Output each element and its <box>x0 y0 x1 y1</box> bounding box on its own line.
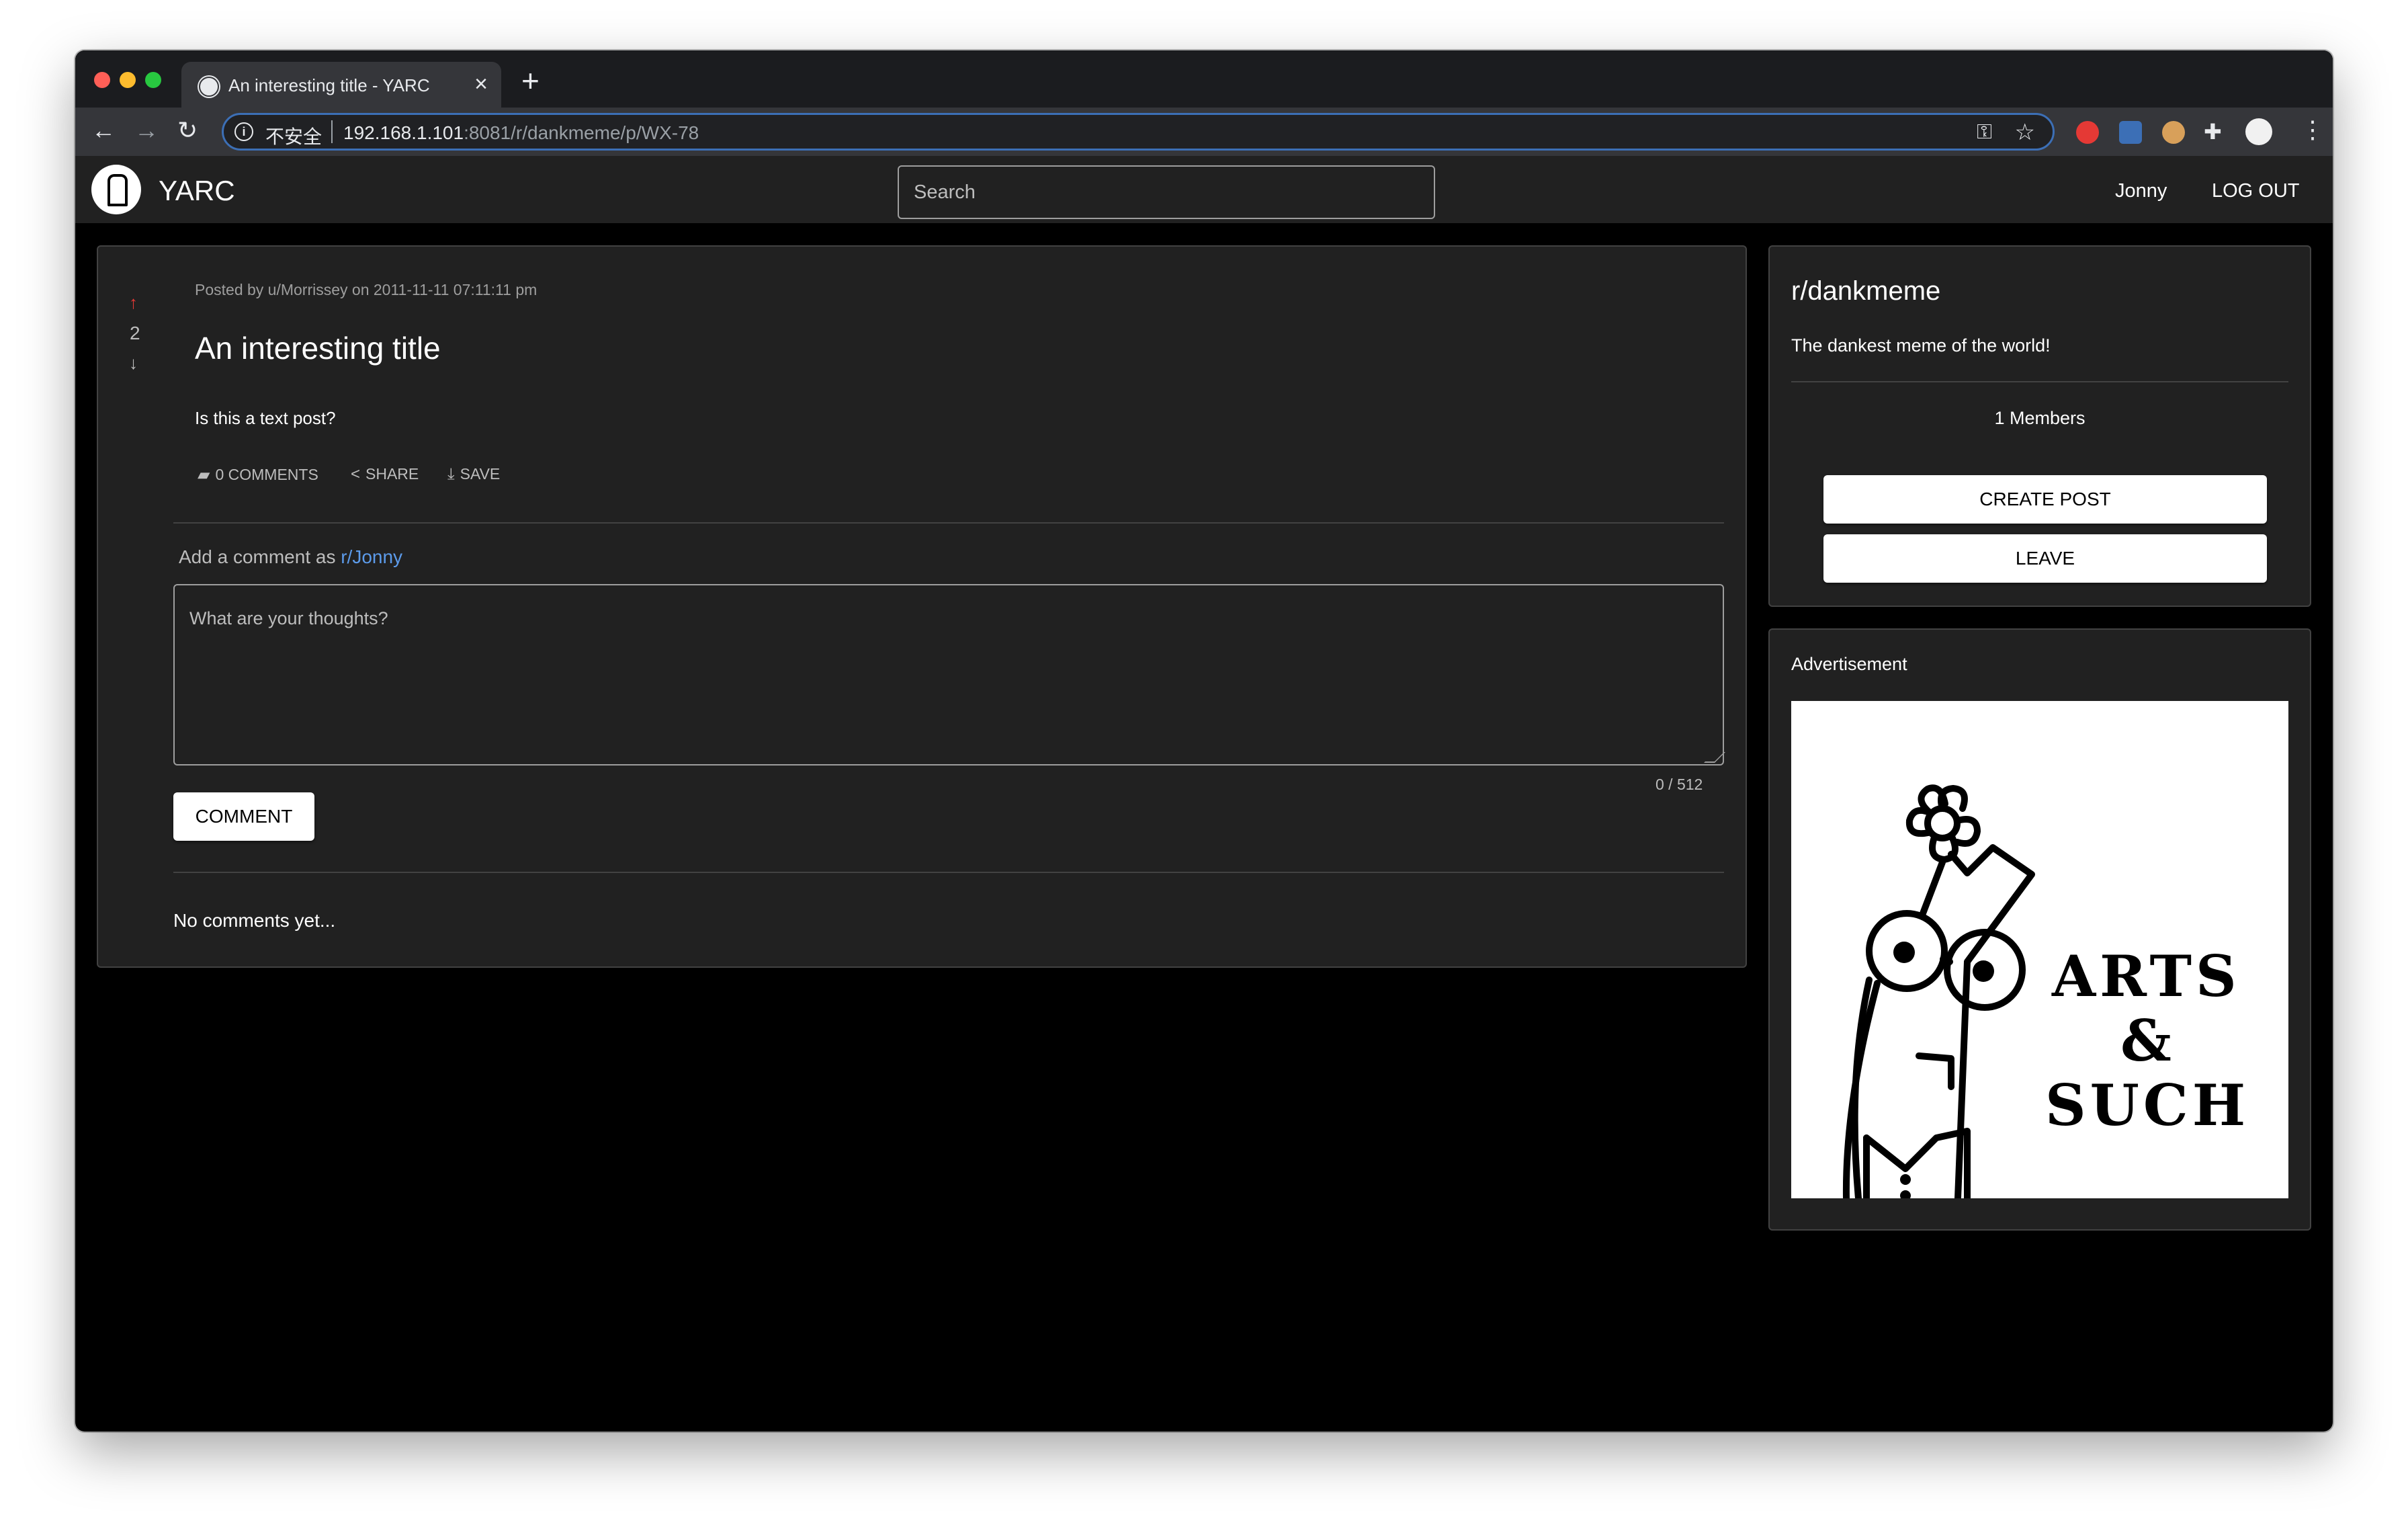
user-menu-link[interactable]: Jonny <box>2115 180 2167 202</box>
post-title: An interesting title <box>195 331 441 366</box>
subreddit-description: The dankest meme of the world! <box>1791 335 2051 356</box>
ad-line-such: SUCH <box>2045 1072 2250 1139</box>
create-post-button[interactable]: CREATE POST <box>1823 475 2267 524</box>
subreddit-divider <box>1791 381 2288 382</box>
save-button[interactable]: ⤓ SAVE <box>447 465 500 484</box>
new-tab-button[interactable]: + <box>521 63 540 99</box>
close-window-button[interactable] <box>94 72 110 88</box>
url-path: :8081/r/dankmeme/p/WX-78 <box>464 122 699 143</box>
bookmark-star-icon[interactable]: ☆ <box>2015 119 2035 146</box>
subreddit-card: r/dankmeme The dankest meme of the world… <box>1768 245 2311 607</box>
vote-score: 2 <box>130 323 140 343</box>
post-card: ↑ 2 ↓ Posted by u/Morrissey on 2011-11-1… <box>97 245 1747 968</box>
no-comments-text: No comments yet... <box>173 910 336 931</box>
downvote-arrow-icon[interactable]: ↓ <box>129 353 138 374</box>
members-count: 1 Members <box>1994 408 2086 428</box>
app-header: YARC Jonny LOG OUT <box>75 156 2333 223</box>
character-counter: 0 / 512 <box>1656 776 1703 793</box>
reload-icon[interactable]: ↻ <box>177 117 198 144</box>
comment-submit-button[interactable]: COMMENT <box>173 792 314 841</box>
cookie-extension-icon[interactable] <box>2162 121 2185 144</box>
tab-close-icon[interactable]: × <box>474 71 488 97</box>
address-separator <box>331 120 333 143</box>
share-button[interactable]: < SHARE <box>351 465 419 484</box>
save-label: SAVE <box>460 465 501 483</box>
ad-line-ampersand: & <box>2120 1007 2176 1074</box>
key-icon[interactable]: ⚿ <box>1977 121 1992 144</box>
comment-prompt: Add a comment as r/Jonny <box>179 546 402 568</box>
download-icon: ⤓ <box>447 465 455 483</box>
advertisement-card: Advertisement ARTS & SUCH <box>1768 628 2311 1231</box>
comment-bubble-icon: ▰ <box>198 466 210 484</box>
tab-title: An interesting title - YARC <box>228 75 430 95</box>
translate-extension-icon[interactable] <box>2119 121 2142 144</box>
comments-divider <box>173 872 1724 873</box>
share-label: SHARE <box>366 465 419 483</box>
puzzle-extensions-icon[interactable]: ✚ <box>2204 118 2222 145</box>
browser-window: An interesting title - YARC × + ← → ↻ i … <box>75 50 2333 1432</box>
url-text[interactable]: 192.168.1.101:8081/r/dankmeme/p/WX-78 <box>343 122 699 144</box>
back-arrow-icon[interactable]: ← <box>91 117 116 144</box>
search-input[interactable] <box>898 165 1435 219</box>
brand-title[interactable]: YARC <box>159 175 235 207</box>
logo-mark <box>108 174 128 206</box>
ad-line-arts: ARTS <box>2052 943 2241 1009</box>
share-icon: < <box>351 465 361 483</box>
comment-textarea[interactable] <box>173 584 1724 766</box>
comment-user-link[interactable]: r/Jonny <box>341 546 402 567</box>
more-menu-icon[interactable]: ⋮ <box>2300 116 2325 144</box>
upvote-arrow-icon[interactable]: ↑ <box>129 292 138 313</box>
advertisement-image[interactable]: ARTS & SUCH <box>1791 701 2288 1198</box>
comments-label: 0 COMMENTS <box>215 466 318 483</box>
advertisement-label: Advertisement <box>1791 654 1907 674</box>
browser-toolbar: ← → ↻ i 不安全 192.168.1.101:8081/r/dankmem… <box>75 108 2333 156</box>
browser-tab-active[interactable]: An interesting title - YARC × <box>181 62 501 108</box>
address-bar[interactable]: i 不安全 192.168.1.101:8081/r/dankmeme/p/WX… <box>222 113 2055 151</box>
comment-prompt-text: Add a comment as <box>179 546 336 567</box>
security-status[interactable]: 不安全 <box>265 122 322 149</box>
url-host: 192.168.1.101 <box>343 122 464 143</box>
site-favicon-icon <box>199 77 219 97</box>
subreddit-name[interactable]: r/dankmeme <box>1791 276 1940 306</box>
tab-strip: An interesting title - YARC × + <box>75 50 2333 108</box>
leave-button[interactable]: LEAVE <box>1823 534 2267 583</box>
zoom-window-button[interactable] <box>145 72 161 88</box>
logout-button[interactable]: LOG OUT <box>2212 180 2300 202</box>
minimize-window-button[interactable] <box>120 72 136 88</box>
post-divider <box>173 522 1724 524</box>
post-meta: Posted by u/Morrissey on 2011-11-11 07:1… <box>195 281 538 298</box>
forward-arrow-icon[interactable]: → <box>134 117 159 144</box>
profile-avatar-icon[interactable] <box>2245 118 2272 145</box>
comments-button[interactable]: ▰ 0 COMMENTS <box>198 465 318 485</box>
post-body: Is this a text post? <box>195 408 336 428</box>
adblock-extension-icon[interactable] <box>2076 121 2099 144</box>
yarc-logo-icon[interactable] <box>91 165 141 214</box>
info-icon[interactable]: i <box>234 122 253 141</box>
